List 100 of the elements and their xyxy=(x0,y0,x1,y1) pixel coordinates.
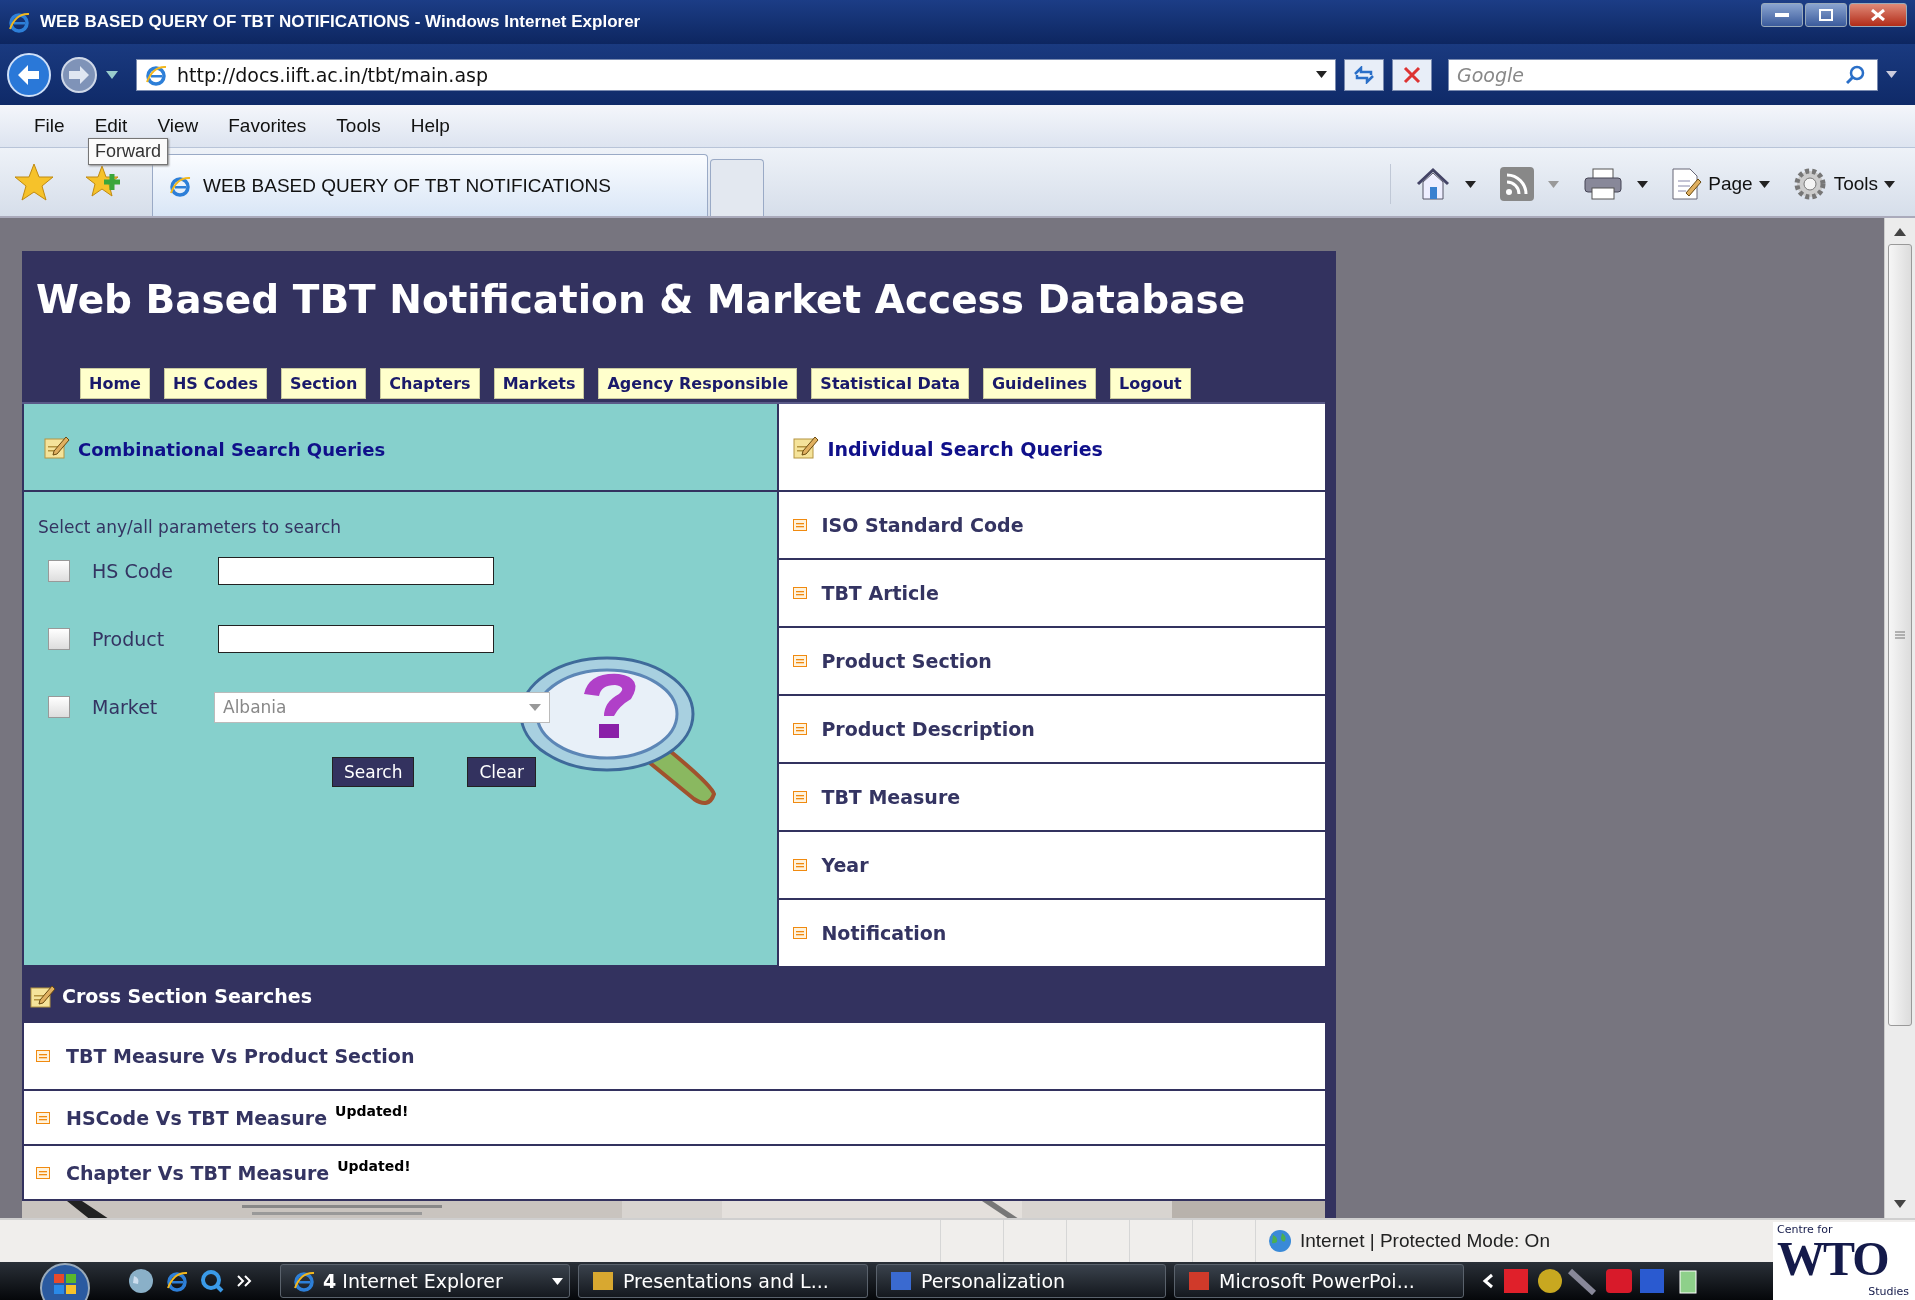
page-icon xyxy=(145,63,167,86)
menu-item[interactable]: Edit xyxy=(82,111,140,141)
nav-link[interactable]: Statistical Data xyxy=(811,368,969,399)
menu-item[interactable]: Favorites xyxy=(216,111,319,141)
logo-text: Centre for xyxy=(1777,1224,1834,1236)
nav-link[interactable]: Home xyxy=(80,368,150,399)
query-link[interactable]: TBT Measure Vs Product Section xyxy=(66,1045,415,1067)
minimize-button[interactable] xyxy=(1761,3,1803,27)
search-icon[interactable] xyxy=(200,1269,224,1293)
form-button[interactable]: Clear xyxy=(467,757,536,787)
nav-link[interactable]: Logout xyxy=(1110,368,1191,399)
page-title: Web Based TBT Notification & Market Access Database xyxy=(35,276,1247,324)
window-title: WEB BASED QUERY OF TBT NOTIFICATIONS - Windows Internet Explorer xyxy=(40,12,642,32)
nav-link[interactable]: Markets xyxy=(493,368,585,399)
market-dropdown[interactable]: Albania xyxy=(214,691,550,723)
nav-link[interactable]: Section xyxy=(280,368,367,399)
printer-icon[interactable] xyxy=(1583,167,1624,201)
list-icon xyxy=(793,859,808,871)
nav-link[interactable]: Chapters xyxy=(380,368,480,399)
form-button[interactable]: Search xyxy=(332,757,415,787)
checkbox[interactable] xyxy=(48,560,70,582)
query-link[interactable]: Product Section xyxy=(821,650,992,672)
updated-label: Updated! xyxy=(337,1157,411,1174)
home-icon[interactable] xyxy=(1415,167,1452,201)
list-icon xyxy=(36,1166,50,1179)
caret-icon[interactable] xyxy=(1316,71,1327,78)
query-link[interactable]: TBT Article xyxy=(821,582,939,604)
logo-text: WTO xyxy=(1777,1236,1889,1282)
caret-icon[interactable] xyxy=(1465,180,1477,188)
search-field[interactable]: Google xyxy=(1448,58,1878,91)
checkbox[interactable] xyxy=(48,696,70,718)
maximize-button[interactable] xyxy=(1805,3,1847,27)
caret-icon[interactable] xyxy=(1884,180,1895,188)
refresh-icon xyxy=(1353,65,1375,84)
list-icon xyxy=(793,927,808,939)
globe-icon xyxy=(1268,1229,1292,1253)
query-link[interactable]: Year xyxy=(821,854,869,876)
page-menu-button[interactable]: Page xyxy=(1670,167,1770,201)
caret-icon[interactable] xyxy=(1482,1273,1494,1289)
forward-button[interactable] xyxy=(60,55,98,94)
tooltip: Forward xyxy=(88,138,168,165)
taskbar-button[interactable]: Presentations and L... xyxy=(578,1264,868,1298)
nav-link[interactable]: HS Codes xyxy=(163,368,267,399)
security-zone-text[interactable]: Internet | Protected Mode: On xyxy=(1300,1230,1550,1252)
feed-icon[interactable] xyxy=(1500,167,1535,201)
caret-icon[interactable] xyxy=(1758,180,1770,188)
scrollbar[interactable] xyxy=(1884,218,1915,1218)
caret-icon[interactable] xyxy=(1637,180,1649,188)
query-link[interactable]: Product Description xyxy=(821,718,1035,740)
section-heading: Individual Search Queries xyxy=(827,438,1103,460)
scroll-up-icon[interactable] xyxy=(1894,228,1906,236)
more-icon[interactable] xyxy=(236,1274,252,1288)
history-caret-icon[interactable] xyxy=(106,70,118,79)
tools-menu-button[interactable]: Tools xyxy=(1791,166,1895,202)
taskbar-button[interactable]: 4 Internet Explorer xyxy=(280,1264,570,1298)
logo-text: Studies xyxy=(1868,1285,1909,1298)
menu-item[interactable]: View xyxy=(145,111,211,141)
query-link[interactable]: TBT Measure xyxy=(821,786,961,808)
query-link[interactable]: Notification xyxy=(821,922,947,944)
search-options-caret-icon[interactable] xyxy=(1886,71,1897,78)
maximize-icon xyxy=(1819,9,1833,21)
query-link[interactable]: Chapter Vs TBT Measure xyxy=(66,1161,330,1184)
query-link[interactable]: HSCode Vs TBT Measure xyxy=(66,1106,328,1129)
menu-item[interactable]: Help xyxy=(398,111,462,141)
list-icon xyxy=(36,1111,50,1124)
nav-link[interactable]: Agency Responsible xyxy=(598,368,798,399)
field-label: Product xyxy=(92,628,166,650)
close-button[interactable] xyxy=(1849,3,1907,27)
page-icon xyxy=(169,174,191,197)
minimize-icon xyxy=(1775,13,1789,17)
refresh-button[interactable] xyxy=(1344,58,1384,91)
text-field[interactable] xyxy=(218,557,494,585)
menu-item[interactable]: Tools xyxy=(324,111,393,141)
star-icon[interactable] xyxy=(14,162,54,202)
query-link[interactable]: ISO Standard Code xyxy=(821,514,1024,536)
list-icon xyxy=(793,655,808,667)
browser-logo-icon xyxy=(293,1270,315,1292)
taskbar-button[interactable]: Microsoft PowerPoi... xyxy=(1174,1264,1464,1298)
globe-icon[interactable] xyxy=(128,1268,154,1294)
back-button[interactable] xyxy=(6,51,52,98)
checkbox[interactable] xyxy=(48,628,70,650)
scroll-down-icon[interactable] xyxy=(1894,1200,1906,1208)
browser-logo-icon xyxy=(166,1270,188,1292)
app-icon xyxy=(591,1269,615,1293)
list-icon xyxy=(793,723,808,735)
browser-logo-icon xyxy=(8,11,30,33)
menu-item[interactable]: File xyxy=(22,111,77,141)
stop-button[interactable] xyxy=(1392,58,1432,91)
nav-link[interactable]: Guidelines xyxy=(983,368,1097,399)
text-field[interactable] xyxy=(218,625,494,653)
instruction-text: Select any/all parameters to search xyxy=(37,516,343,537)
close-icon xyxy=(1871,9,1885,21)
field-label: Market xyxy=(92,696,159,718)
scroll-thumb[interactable] xyxy=(1888,244,1912,1026)
section-heading: Cross Section Searches xyxy=(62,984,312,1007)
list-icon xyxy=(793,791,808,803)
close-icon xyxy=(1403,65,1421,84)
caret-icon[interactable] xyxy=(552,1277,563,1285)
address-field[interactable]: http://docs.iift.ac.in/tbt/main.asp xyxy=(136,58,1336,91)
taskbar-button[interactable]: Personalization xyxy=(876,1264,1166,1298)
